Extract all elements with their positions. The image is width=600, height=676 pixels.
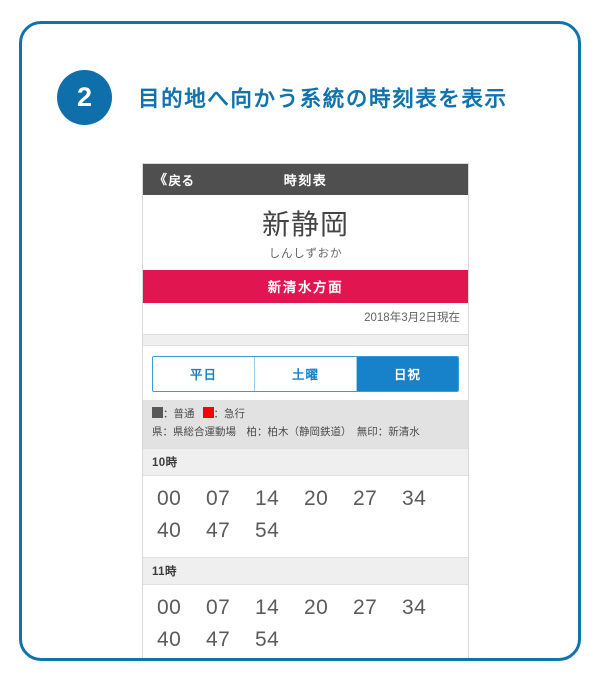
departure-time[interactable]: 14 xyxy=(255,483,304,516)
legend-line-destinations: 県：県総合運動場 柏：柏木（静岡鉄道） 無印：新清水 xyxy=(152,425,420,438)
departure-time[interactable]: 20 xyxy=(304,483,353,516)
day-type-tabs: 平日 土曜 日祝 xyxy=(152,356,459,393)
legend-local-label: ：普通 xyxy=(163,408,195,421)
legend-line-train-types: ：普通 ：急行 xyxy=(152,406,459,423)
departure-time[interactable]: 47 xyxy=(206,624,255,657)
as-of-date: 2018年3月2日現在 xyxy=(143,303,468,336)
station-block: 新静岡 しんしずおか xyxy=(143,195,468,271)
departure-time[interactable]: 07 xyxy=(206,483,255,516)
section-divider xyxy=(143,335,468,347)
page-title: 目的地へ向かう系統の時刻表を表示 xyxy=(138,87,508,111)
local-train-swatch-icon xyxy=(152,407,163,419)
departure-time[interactable]: 27 xyxy=(353,592,402,625)
hour-header-10: 10時 xyxy=(143,447,468,476)
time-row: 40 47 54 xyxy=(143,515,468,548)
departure-time[interactable]: 14 xyxy=(255,592,304,625)
departure-time[interactable]: 00 xyxy=(157,483,206,516)
departure-time[interactable]: 54 xyxy=(255,515,304,548)
departure-time[interactable]: 34 xyxy=(402,592,451,625)
app-navbar: 《 戻る 時刻表 xyxy=(143,164,468,195)
express-train-swatch-icon xyxy=(202,407,214,419)
phone-screenshot: 《 戻る 時刻表 新静岡 しんしずおか 新清水方面 2018年3月2日現在 平日… xyxy=(142,163,469,658)
departure-time[interactable]: 07 xyxy=(206,592,255,625)
departure-time[interactable]: 47 xyxy=(206,515,255,548)
hour-body-10: 00 07 14 20 27 34 40 47 54 xyxy=(143,475,468,557)
station-name: 新静岡 xyxy=(261,209,349,240)
hour-header-11: 11時 xyxy=(143,556,468,585)
tab-holiday[interactable]: 日祝 xyxy=(357,357,458,392)
direction-banner: 新清水方面 xyxy=(143,270,468,304)
departure-time[interactable]: 40 xyxy=(157,515,206,548)
departure-time[interactable]: 27 xyxy=(353,483,402,516)
legend: ：普通 ：急行 県：県総合運動場 柏：柏木（静岡鉄道） 無印：新清水 xyxy=(143,400,468,448)
legend-express-label: ：急行 xyxy=(213,408,246,421)
departure-time[interactable]: 00 xyxy=(157,592,206,625)
departure-time[interactable]: 34 xyxy=(402,483,451,516)
back-button[interactable]: 《 戻る xyxy=(154,170,195,189)
departure-time[interactable]: 54 xyxy=(255,624,304,657)
tab-saturday[interactable]: 土曜 xyxy=(255,357,357,392)
time-row: 00 07 14 20 27 34 xyxy=(143,483,468,516)
station-kana: しんしずおか xyxy=(268,248,343,261)
departure-time[interactable]: 40 xyxy=(157,624,206,657)
time-row: 00 07 14 20 27 34 xyxy=(143,592,468,625)
time-row: 40 47 54 xyxy=(143,624,468,657)
instruction-card-frame: 2 目的地へ向かう系統の時刻表を表示 《 戻る 時刻表 新静岡 しんしずおか 新… xyxy=(19,21,581,661)
hour-body-11: 00 07 14 20 27 34 40 47 54 xyxy=(143,584,468,658)
step-heading: 2 目的地へ向かう系統の時刻表を表示 xyxy=(57,70,508,125)
back-button-label: 戻る xyxy=(168,174,195,188)
tab-weekday[interactable]: 平日 xyxy=(153,357,255,392)
back-chevron-icon: 《 xyxy=(154,172,168,187)
step-number-badge: 2 xyxy=(57,70,112,125)
departure-time[interactable]: 20 xyxy=(304,592,353,625)
